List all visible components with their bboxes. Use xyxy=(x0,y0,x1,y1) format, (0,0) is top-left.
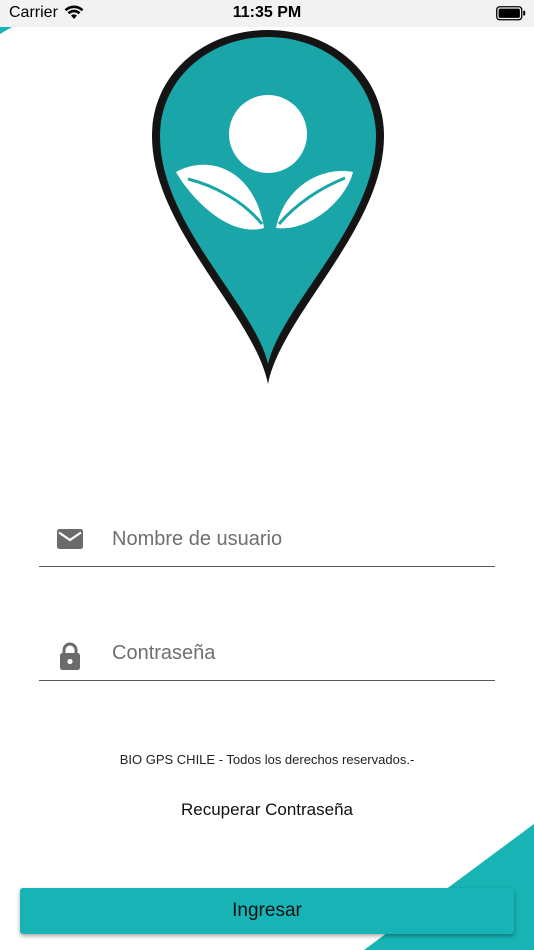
status-bar: Carrier 11:35 PM xyxy=(0,0,534,27)
login-button[interactable]: Ingresar xyxy=(20,888,514,934)
username-input[interactable] xyxy=(112,524,482,554)
status-time: 11:35 PM xyxy=(232,4,302,21)
login-screen: Carrier 11:35 PM Nombre de usuario BIO G… xyxy=(0,0,534,950)
username-field xyxy=(39,516,495,567)
mail-icon xyxy=(57,529,83,549)
battery-full-icon xyxy=(496,6,526,21)
lock-icon xyxy=(60,642,80,670)
recover-password-link[interactable]: Recuperar Contraseña xyxy=(0,800,534,820)
map-pin-leaf-logo xyxy=(152,30,384,384)
password-field xyxy=(39,630,495,681)
copyright-text: BIO GPS CHILE - Todos los derechos reser… xyxy=(119,752,415,767)
decorative-corner-top xyxy=(0,27,12,34)
password-input[interactable] xyxy=(112,638,482,668)
